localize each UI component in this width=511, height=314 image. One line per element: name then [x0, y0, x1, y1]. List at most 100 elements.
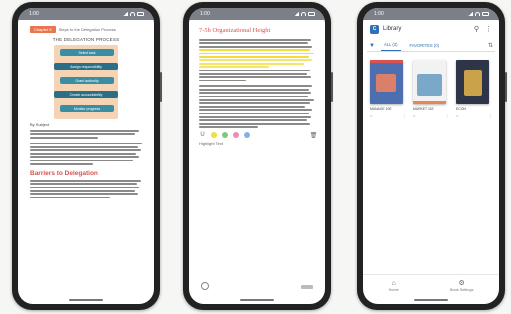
signal-icon	[294, 12, 299, 16]
phone-frame: 1:00 Chapter 5 Steps to the Delegation P…	[12, 2, 162, 310]
book-title: MARKET 11E	[413, 107, 434, 111]
book-card[interactable]: MANAGE 10E ○ ⋮	[370, 60, 406, 118]
phone-screen: 1:00 7-5b Organizational Height U 🗑 High…	[189, 8, 325, 304]
wifi-icon	[301, 12, 306, 16]
diagram-step: Create accountability	[54, 91, 118, 98]
more-menu-icon[interactable]: ⋮	[485, 25, 492, 33]
section-title: 7-5b Organizational Height	[199, 27, 271, 34]
phone-screen: 1:00 Chapter 5 Steps to the Delegation P…	[18, 8, 154, 304]
chapter-row: Chapter 5 Steps to the Delegation Proces…	[18, 20, 154, 33]
bookmark-tab[interactable]	[301, 285, 313, 289]
book-more-icon[interactable]: ⋮	[402, 113, 406, 118]
diagram-step: Grant authority	[60, 77, 114, 84]
delete-icon[interactable]: 🗑	[310, 132, 318, 139]
battery-icon	[482, 12, 489, 16]
book-meta: ○ ⋮	[370, 113, 406, 118]
book-meta: ○ ⋮	[413, 113, 449, 118]
tab-favorites[interactable]: FAVORITES (0)	[407, 41, 442, 51]
underline-icon[interactable]: U	[199, 132, 206, 139]
settings-icon: ⚙	[458, 280, 465, 287]
book-progress-icon: ○	[456, 113, 459, 118]
nav-label: Home	[388, 287, 399, 292]
cover-band	[370, 60, 403, 63]
book-more-icon[interactable]: ⋮	[488, 113, 492, 118]
book-title: ECON	[456, 107, 466, 111]
highlighted-line[interactable]	[199, 59, 313, 62]
chapter-tag: Chapter 5	[30, 26, 56, 33]
book-cover[interactable]	[370, 60, 403, 104]
status-icons	[294, 12, 315, 16]
green-swatch[interactable]	[222, 132, 228, 139]
add-note-button[interactable]	[201, 282, 209, 290]
book-progress-icon: ○	[370, 113, 373, 118]
book-title: MANAGE 10E	[370, 107, 392, 111]
highlighted-line[interactable]	[199, 55, 309, 58]
cover-art	[417, 74, 442, 96]
wifi-icon	[475, 12, 480, 16]
tab-all[interactable]: ALL (3)	[380, 40, 401, 51]
status-bar: 1:00	[363, 8, 499, 20]
highlighted-line[interactable]	[199, 66, 270, 68]
home-indicator[interactable]	[69, 299, 103, 301]
yellow-swatch[interactable]	[211, 132, 217, 139]
highlight-toolbar: U 🗑	[199, 132, 317, 139]
bottom-nav: ⌂ Home ⚙ Book Settings	[363, 274, 499, 296]
status-bar: 1:00	[18, 8, 154, 20]
home-indicator[interactable]	[414, 299, 448, 301]
diagram-title: THE DELEGATION PROCESS	[52, 37, 120, 42]
phone-frame: 1:00 C Library ⚲ ⋮ ▼ ALL (3) FAVORITES (…	[357, 2, 507, 310]
app-title: Library	[383, 26, 402, 32]
app-bar: C Library ⚲ ⋮	[363, 20, 499, 38]
blue-swatch[interactable]	[244, 132, 250, 139]
phone-screen: 1:00 C Library ⚲ ⋮ ▼ ALL (3) FAVORITES (…	[363, 8, 499, 304]
highlighted-line[interactable]	[199, 52, 314, 55]
book-more-icon[interactable]: ⋮	[445, 113, 449, 118]
status-icons	[468, 12, 489, 16]
body-text	[18, 127, 154, 165]
phone-frame: 1:00 7-5b Organizational Height U 🗑 High…	[183, 2, 333, 310]
nav-label: Book Settings	[449, 288, 474, 292]
battery-icon	[137, 12, 144, 16]
status-bar: 1:00	[189, 8, 325, 20]
book-meta: ○ ⋮	[456, 113, 492, 118]
home-indicator[interactable]	[240, 299, 274, 301]
filter-tabs: ▼ ALL (3) FAVORITES (0) ⇅	[363, 38, 499, 51]
wifi-icon	[130, 12, 135, 16]
book-cover[interactable]	[456, 60, 489, 104]
status-time: 1:00	[374, 11, 384, 17]
cover-band	[413, 101, 446, 104]
app-actions: ⚲ ⋮	[474, 25, 492, 33]
pink-swatch[interactable]	[233, 132, 239, 139]
nav-book-settings[interactable]: ⚙ Book Settings	[450, 279, 473, 292]
battery-icon	[308, 12, 315, 16]
highlighted-line[interactable]	[199, 49, 311, 51]
body-text[interactable]	[189, 39, 325, 128]
chapter-tag-text: Steps to the Delegation Process	[58, 27, 116, 32]
book-grid: MANAGE 10E ○ ⋮ MARKET 11E ○ ⋮ ECON ○ ⋮	[363, 52, 499, 118]
signal-icon	[468, 12, 473, 16]
nav-home[interactable]: ⌂ Home	[389, 280, 399, 292]
status-icons	[123, 12, 144, 16]
filter-icon[interactable]: ▼	[369, 43, 375, 49]
book-cover[interactable]	[413, 60, 446, 104]
diagram-step: Monitor progress	[60, 105, 114, 112]
section-heading: Barriers to Delegation	[30, 169, 98, 177]
book-card[interactable]: MARKET 11E ○ ⋮	[413, 60, 449, 118]
sort-icon[interactable]: ⇅	[488, 42, 493, 49]
book-card[interactable]: ECON ○ ⋮	[456, 60, 492, 118]
status-time: 1:00	[29, 11, 39, 17]
diagram-step: Select task	[60, 49, 114, 56]
toolbar-label: Highlight Text	[199, 140, 223, 146]
search-icon[interactable]: ⚲	[474, 25, 479, 33]
cover-art	[464, 70, 482, 96]
book-progress-icon: ○	[413, 113, 416, 118]
app-logo: C	[370, 24, 379, 34]
highlighted-line[interactable]	[199, 62, 305, 65]
body-text	[18, 179, 154, 199]
status-time: 1:00	[200, 11, 210, 17]
signal-icon	[123, 12, 128, 16]
delegation-diagram: Select task Assign responsibility Grant …	[38, 45, 134, 119]
cover-art	[376, 74, 396, 92]
home-icon: ⌂	[391, 279, 396, 287]
diagram-step: Assign responsibility	[54, 63, 118, 70]
